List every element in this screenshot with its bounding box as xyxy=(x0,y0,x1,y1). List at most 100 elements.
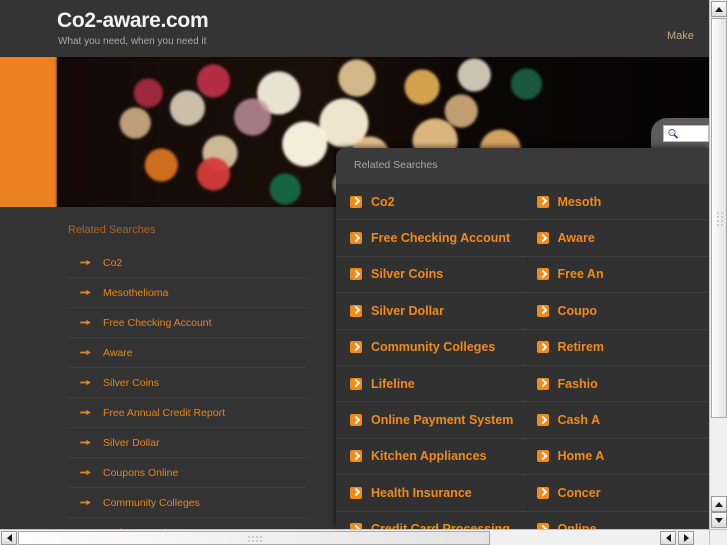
arrow-right-icon xyxy=(80,499,91,506)
sidebar-item-4[interactable]: Silver Coins xyxy=(68,368,307,398)
chevron-right-badge-icon xyxy=(350,268,362,281)
overlay-column-right: Mesoth Aware Free An Coupo Retirem Fashio Cash… xyxy=(522,184,710,529)
overlay-link-right-1[interactable]: Aware xyxy=(522,220,709,257)
chevron-right-badge-icon xyxy=(536,341,549,354)
sidebar-item-label: Silver Dollar xyxy=(103,436,160,449)
search-widget xyxy=(651,118,709,148)
overlay-link-label: Free An xyxy=(557,267,604,282)
overlay-link-label: Online xyxy=(558,522,597,529)
chevron-right-badge-icon xyxy=(536,414,549,427)
sidebar-item-label: Coupons Online xyxy=(103,466,179,479)
overlay-link-label: Retirem xyxy=(557,340,605,355)
sidebar-item-9[interactable]: Retirement Plans xyxy=(68,518,307,530)
overlay-link-label: Aware xyxy=(557,231,595,246)
scroll-down-button[interactable] xyxy=(711,512,727,528)
site-header: Co2-aware.com What you need, when you ne… xyxy=(0,0,709,56)
overlay-link-left-3[interactable]: Silver Dollar xyxy=(336,293,523,330)
triangle-right-icon xyxy=(683,534,689,542)
sidebar-related-searches: Related Searches Co2 Mesothelioma Free Che… xyxy=(57,207,307,529)
overlay-link-label: Kitchen Appliances xyxy=(371,449,487,464)
chevron-right-badge-icon xyxy=(536,486,549,499)
scroll-left-button[interactable] xyxy=(1,531,17,545)
overlay-link-label: Concer xyxy=(557,485,601,500)
sidebar-list: Co2 Mesothelioma Free Checking Account Awar… xyxy=(57,248,307,529)
triangle-up-icon xyxy=(715,501,723,507)
magnifier-icon xyxy=(668,128,679,139)
sidebar-item-label: Silver Coins xyxy=(103,376,160,389)
overlay-link-right-2[interactable]: Free An xyxy=(522,257,709,294)
overlay-link-left-1[interactable]: Free Checking Account xyxy=(336,220,523,257)
arrow-right-icon xyxy=(80,319,91,326)
scroll-down-button-upper[interactable] xyxy=(711,496,727,512)
overlay-link-right-6[interactable]: Cash A xyxy=(522,402,709,439)
chevron-right-badge-icon xyxy=(350,304,362,317)
overlay-link-right-0[interactable]: Mesoth xyxy=(522,184,709,221)
horizontal-scrollbar[interactable] xyxy=(0,529,709,545)
sidebar-item-5[interactable]: Free Annual Credit Report xyxy=(68,398,307,428)
chevron-right-badge-icon xyxy=(350,486,362,499)
horizontal-scroll-thumb[interactable] xyxy=(18,531,490,545)
site-brand-title: Co2-aware.com xyxy=(57,9,209,32)
arrow-right-icon xyxy=(80,349,91,356)
scroll-right-button-a[interactable] xyxy=(660,531,676,545)
chevron-right-badge-icon xyxy=(536,450,549,463)
vertical-scroll-thumb[interactable] xyxy=(711,18,727,418)
chevron-right-badge-icon xyxy=(350,341,362,354)
overlay-link-label: Mesoth xyxy=(557,194,602,209)
overlay-link-left-8[interactable]: Health Insurance xyxy=(336,475,523,512)
overlay-link-label: Silver Coins xyxy=(371,267,444,282)
overlay-link-right-8[interactable]: Concer xyxy=(522,475,709,512)
overlay-link-left-9[interactable]: Credit Card Processing xyxy=(336,512,523,529)
arrow-right-icon xyxy=(80,259,91,266)
scrollbar-corner xyxy=(709,529,727,545)
overlay-link-right-9[interactable]: Online xyxy=(523,512,710,529)
sidebar-item-label: Free Checking Account xyxy=(103,316,212,329)
sidebar-item-2[interactable]: Free Checking Account xyxy=(68,308,307,338)
overlay-link-left-7[interactable]: Kitchen Appliances xyxy=(336,439,523,476)
triangle-down-icon xyxy=(715,517,723,523)
sidebar-item-1[interactable]: Mesothelioma xyxy=(68,278,307,308)
search-input[interactable] xyxy=(663,125,709,142)
site-tagline: What you need, when you need it xyxy=(58,36,207,47)
overlay-link-right-7[interactable]: Home A xyxy=(522,439,709,476)
scroll-thumb-grip xyxy=(247,535,263,544)
chevron-right-badge-icon xyxy=(536,304,549,317)
chevron-right-badge-icon xyxy=(350,414,362,427)
sidebar-item-7[interactable]: Coupons Online xyxy=(68,458,307,488)
scroll-right-button[interactable] xyxy=(678,531,694,545)
overlay-link-label: Health Insurance xyxy=(371,485,472,500)
chevron-right-badge-icon xyxy=(536,232,549,245)
browser-viewport: Co2-aware.com What you need, when you ne… xyxy=(0,0,709,529)
triangle-up-icon xyxy=(715,6,723,12)
overlay-link-label: Home A xyxy=(557,449,605,464)
overlay-link-label: Online Payment System xyxy=(371,413,514,428)
overlay-link-label: Cash A xyxy=(557,413,601,428)
arrow-right-icon xyxy=(80,409,91,416)
sidebar-item-label: Mesothelioma xyxy=(103,286,169,299)
overlay-link-left-5[interactable]: Lifeline xyxy=(336,366,523,403)
header-nav-link[interactable]: Make xyxy=(667,30,709,42)
chevron-right-badge-icon xyxy=(536,195,549,208)
sidebar-item-8[interactable]: Community Colleges xyxy=(68,488,307,518)
overlay-link-left-4[interactable]: Community Colleges xyxy=(336,330,523,366)
triangle-left-icon xyxy=(665,534,671,542)
scroll-up-button[interactable] xyxy=(711,1,727,17)
overlay-link-right-5[interactable]: Fashio xyxy=(522,366,709,403)
overlay-link-left-2[interactable]: Silver Coins xyxy=(336,257,523,294)
overlay-link-right-3[interactable]: Coupo xyxy=(522,293,709,330)
sidebar-item-3[interactable]: Aware xyxy=(68,338,307,368)
overlay-link-grid: Co2 Free Checking Account Silver Coins Silv… xyxy=(336,184,709,529)
sidebar-item-label: Free Annual Credit Report xyxy=(103,406,225,419)
arrow-right-icon xyxy=(80,439,91,446)
vertical-scrollbar[interactable] xyxy=(709,0,727,529)
overlay-link-left-6[interactable]: Online Payment System xyxy=(336,402,523,439)
arrow-right-icon xyxy=(80,469,91,476)
sidebar-item-0[interactable]: Co2 xyxy=(68,248,307,278)
overlay-link-left-0[interactable]: Co2 xyxy=(336,184,523,221)
triangle-left-icon xyxy=(6,534,12,542)
sidebar-item-6[interactable]: Silver Dollar xyxy=(68,428,307,458)
overlay-link-label: Co2 xyxy=(371,194,395,209)
chevron-right-badge-icon xyxy=(350,232,362,245)
overlay-link-right-4[interactable]: Retirem xyxy=(522,330,709,366)
overlay-link-label: Coupo xyxy=(557,303,598,318)
